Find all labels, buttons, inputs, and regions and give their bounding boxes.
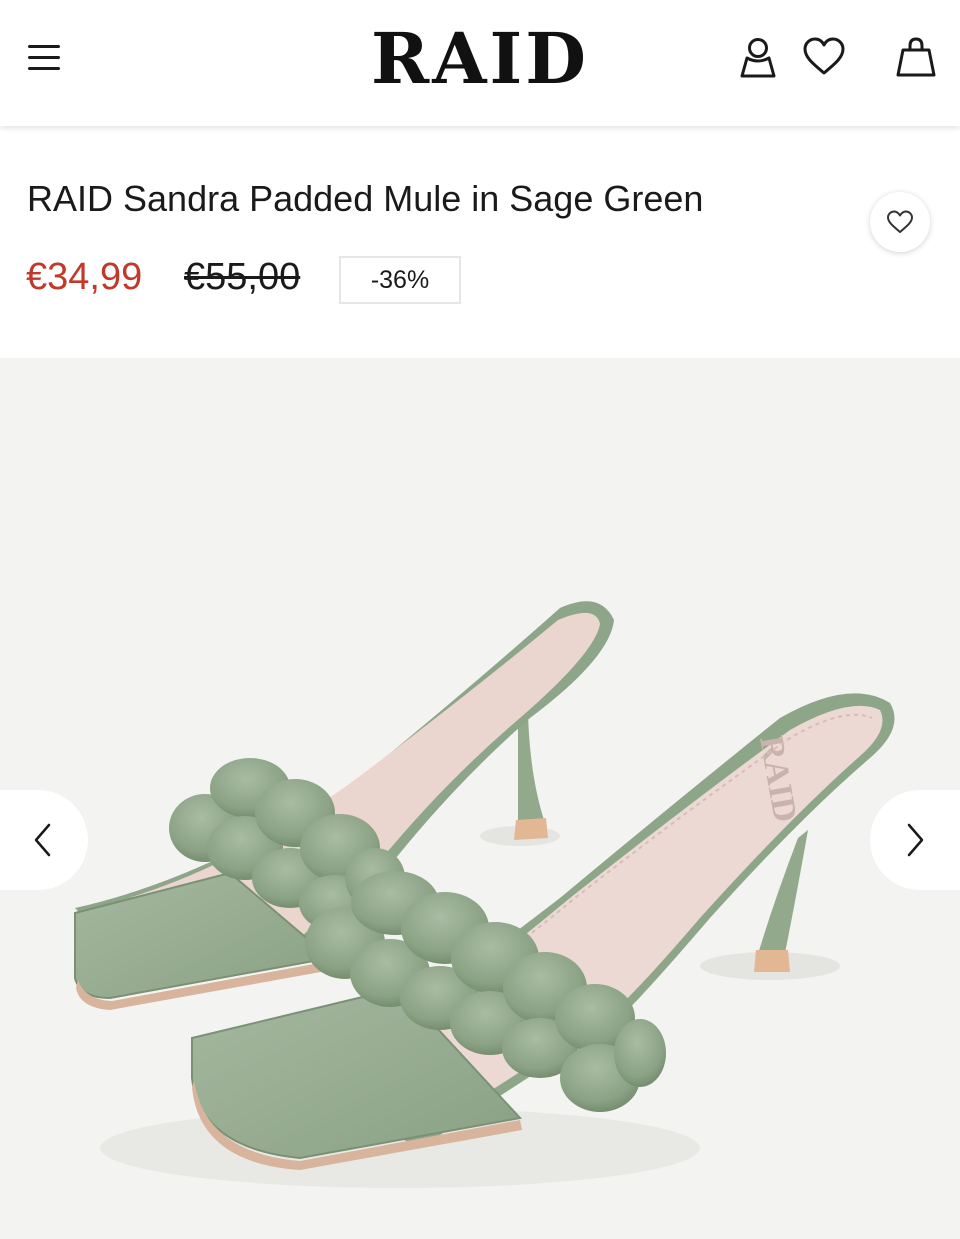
product-image[interactable]: RAID: [0, 358, 960, 1239]
product-gallery: RAID: [0, 358, 960, 1239]
original-price: €55,00: [184, 256, 301, 298]
account-button[interactable]: [736, 34, 780, 80]
menu-icon-bar: [28, 45, 60, 48]
menu-button[interactable]: [24, 40, 64, 76]
chevron-left-icon: [34, 823, 51, 857]
menu-icon-bar: [28, 67, 60, 70]
product-title: RAID Sandra Padded Mule in Sage Green: [27, 178, 704, 219]
bag-icon: [896, 37, 936, 77]
sale-price: €34,99: [26, 256, 143, 298]
discount-badge: -36%: [339, 256, 461, 304]
gallery-next-button[interactable]: [870, 790, 960, 890]
heart-icon: [803, 37, 845, 75]
account-icon: [740, 38, 776, 78]
wishlist-button[interactable]: [802, 34, 846, 80]
bag-button[interactable]: [894, 34, 938, 80]
chevron-right-icon: [907, 823, 924, 857]
brand-logo[interactable]: RAID: [330, 18, 630, 100]
site-header: RAID: [0, 0, 960, 126]
heart-icon: [887, 210, 913, 233]
menu-icon-bar: [28, 56, 60, 59]
add-to-wishlist-button[interactable]: [870, 192, 930, 252]
